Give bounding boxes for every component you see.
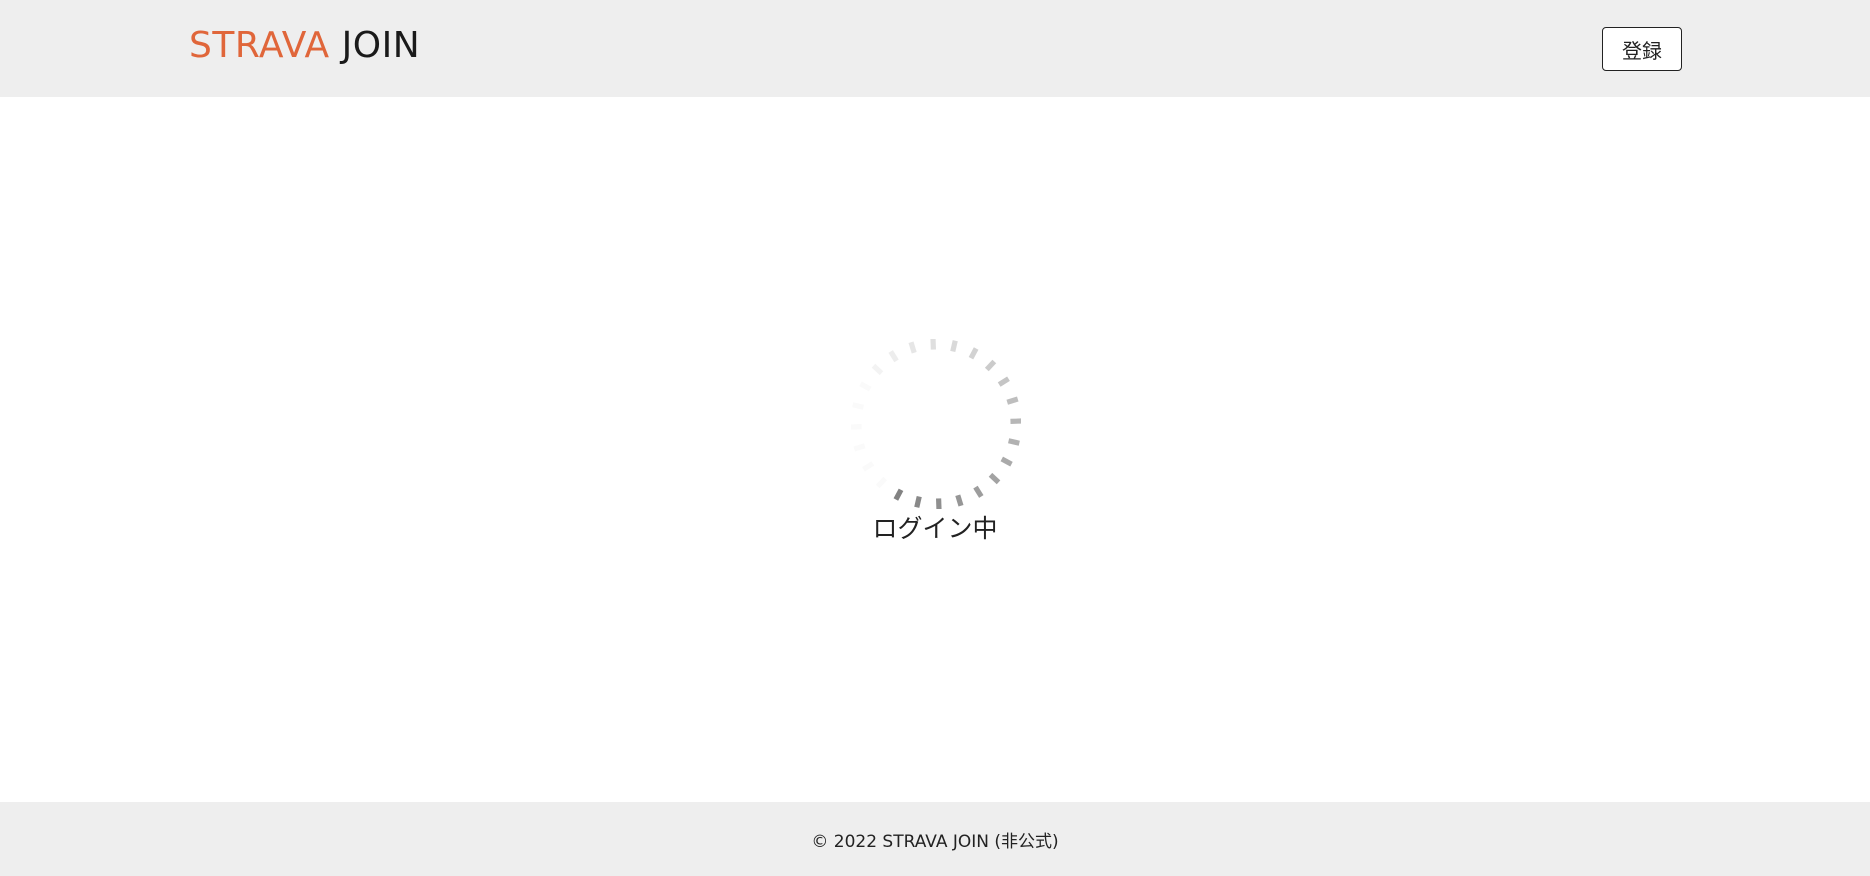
spinner-tick (968, 347, 979, 360)
spinner-tick (997, 376, 1010, 387)
copyright-text: © 2022 STRAVA JOIN (非公式) (811, 831, 1059, 852)
spinner-tick (914, 496, 922, 508)
register-button[interactable]: 登録 (1602, 27, 1682, 71)
spinner-tick (871, 363, 884, 376)
loading-label: ログイン中 (872, 514, 998, 543)
app-footer: © 2022 STRAVA JOIN (非公式) (0, 802, 1870, 876)
spinner-tick (935, 498, 942, 509)
spinner-tick (955, 494, 964, 507)
brand-join-text: JOIN (341, 25, 421, 66)
spinner-tick (853, 443, 866, 452)
spinner-tick (888, 350, 899, 363)
spinner-tick (1000, 456, 1013, 467)
spinner-tick (1010, 418, 1021, 425)
spinner-tick (1006, 396, 1019, 405)
spinner-tick (851, 423, 862, 430)
spinner-tick (852, 402, 864, 410)
spinner-tick (930, 339, 937, 350)
spinner-tick (875, 476, 888, 489)
spinner-tick (893, 488, 904, 501)
spinner-tick (859, 381, 872, 392)
spinner-tick (973, 485, 984, 498)
spinner-tick (984, 359, 997, 372)
spinner-tick (1008, 438, 1020, 446)
spinner-tick (908, 341, 917, 354)
app-header: STRAVA JOIN 登録 (0, 0, 1870, 97)
loading-spinner-icon (851, 339, 1021, 509)
brand-strava-text: STRAVA (189, 25, 330, 66)
spinner-tick (988, 472, 1001, 485)
brand-logo[interactable]: STRAVA JOIN (189, 24, 420, 68)
spinner-tick (950, 340, 958, 352)
spinner-tick (862, 461, 875, 472)
